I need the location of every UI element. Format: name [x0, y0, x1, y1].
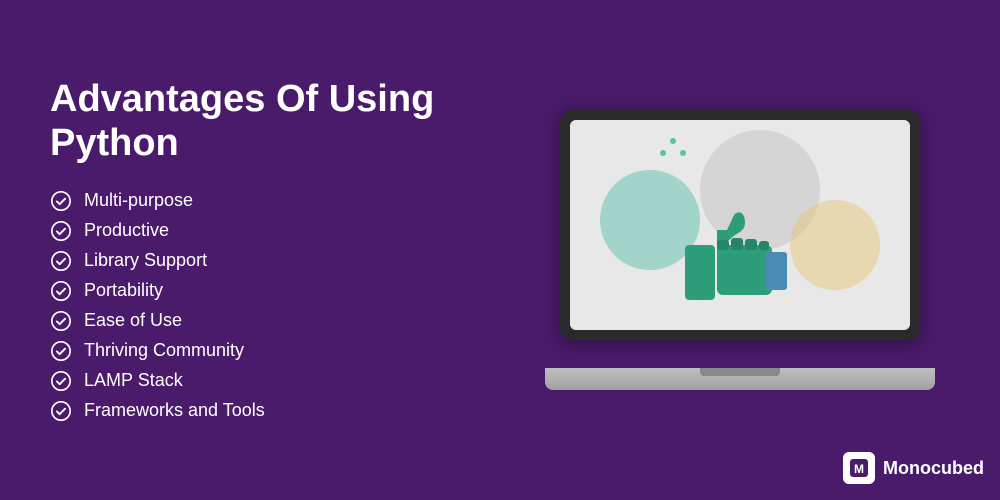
monocubed-logo-svg: M: [849, 458, 869, 478]
check-icon: [50, 220, 72, 242]
main-container: Advantages Of Using Python Multi-purpose…: [0, 0, 1000, 500]
left-panel: Advantages Of Using Python Multi-purpose…: [50, 78, 530, 421]
right-panel: [530, 110, 950, 390]
check-icon: [50, 280, 72, 302]
check-icon: [50, 190, 72, 212]
check-icon: [50, 400, 72, 422]
laptop-base: [545, 368, 935, 390]
list-item: Library Support: [50, 250, 530, 272]
brand-name: Monocubed: [883, 458, 984, 479]
list-item-label: Library Support: [84, 250, 207, 271]
shine-dot-3: [680, 150, 686, 156]
page-title: Advantages Of Using Python: [50, 78, 530, 165]
check-icon: [50, 340, 72, 362]
laptop-screen: [560, 110, 920, 340]
list-item: Ease of Use: [50, 310, 530, 332]
svg-text:M: M: [854, 462, 864, 476]
list-item-label: Ease of Use: [84, 310, 182, 331]
list-item: Multi-purpose: [50, 190, 530, 212]
shine-dot-2: [670, 138, 676, 144]
thumbs-up-illustration: [675, 200, 805, 310]
list-item-label: Frameworks and Tools: [84, 400, 265, 421]
list-item-label: LAMP Stack: [84, 370, 183, 391]
list-item-label: Portability: [84, 280, 163, 301]
list-item-label: Multi-purpose: [84, 190, 193, 211]
list-item: LAMP Stack: [50, 370, 530, 392]
shine-dot-1: [660, 150, 666, 156]
brand-logo-area: M Monocubed: [843, 452, 984, 484]
list-item: Frameworks and Tools: [50, 400, 530, 422]
list-item-label: Thriving Community: [84, 340, 244, 361]
laptop-screen-content: [570, 120, 910, 330]
thumbs-up-svg: [675, 200, 805, 310]
laptop-illustration: [545, 110, 935, 390]
logo-icon: M: [843, 452, 875, 484]
check-icon: [50, 370, 72, 392]
list-item: Portability: [50, 280, 530, 302]
list-item: Thriving Community: [50, 340, 530, 362]
list-item-label: Productive: [84, 220, 169, 241]
advantages-list: Multi-purpose Productive Library Support…: [50, 190, 530, 422]
check-icon: [50, 310, 72, 332]
check-icon: [50, 250, 72, 272]
list-item: Productive: [50, 220, 530, 242]
